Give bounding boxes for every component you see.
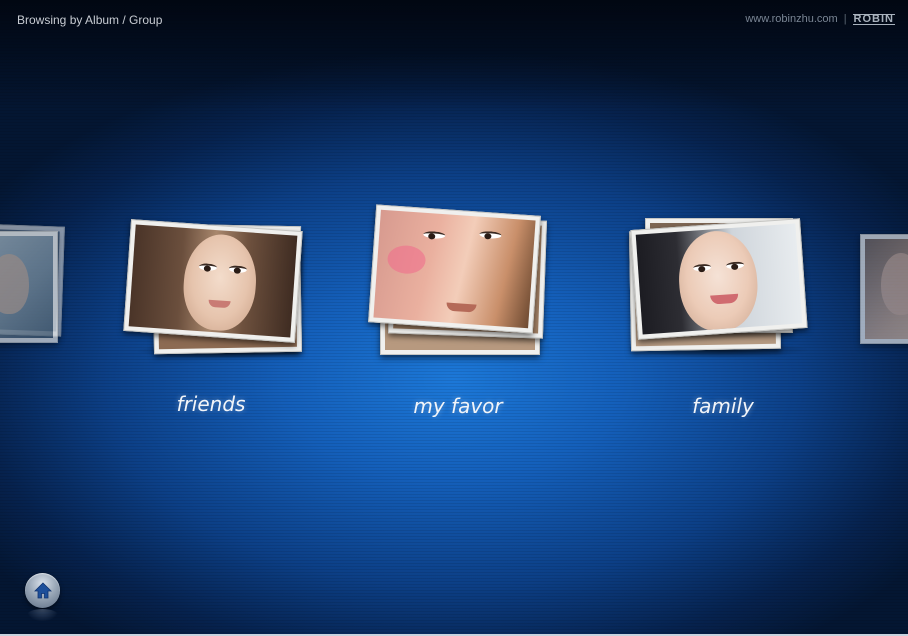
- cover-photo: [635, 223, 803, 335]
- home-button[interactable]: [25, 573, 60, 608]
- cover-photo: [128, 224, 298, 338]
- home-button-reflection: [27, 609, 58, 621]
- home-icon: [33, 581, 52, 598]
- brand-logo: ROBIN: [852, 12, 895, 25]
- album-stack-family[interactable]: [620, 210, 820, 365]
- album-label-friends[interactable]: friends: [177, 392, 246, 416]
- album-browser: Browsing by Album / Group www.robinzhu.c…: [0, 0, 908, 636]
- album-stack-left-partial[interactable]: [0, 215, 70, 355]
- album-label-family[interactable]: family: [692, 394, 754, 418]
- album-stack-my-favor[interactable]: [360, 200, 560, 360]
- site-link[interactable]: www.robinzhu.com: [745, 13, 837, 25]
- page-title: Browsing by Album / Group: [17, 13, 163, 27]
- separator: |: [843, 13, 847, 25]
- cover-photo: [373, 209, 536, 329]
- album-card: [0, 231, 58, 343]
- album-stack-right-partial[interactable]: [860, 220, 908, 360]
- header-credits: www.robinzhu.com | ROBIN: [745, 13, 895, 25]
- album-cover: [123, 219, 303, 343]
- album-label-my-favor[interactable]: my favor: [413, 394, 502, 418]
- album-cover: [630, 218, 808, 340]
- album-card: [860, 234, 908, 344]
- album-stack-friends[interactable]: [115, 215, 310, 365]
- album-cover: [368, 204, 541, 334]
